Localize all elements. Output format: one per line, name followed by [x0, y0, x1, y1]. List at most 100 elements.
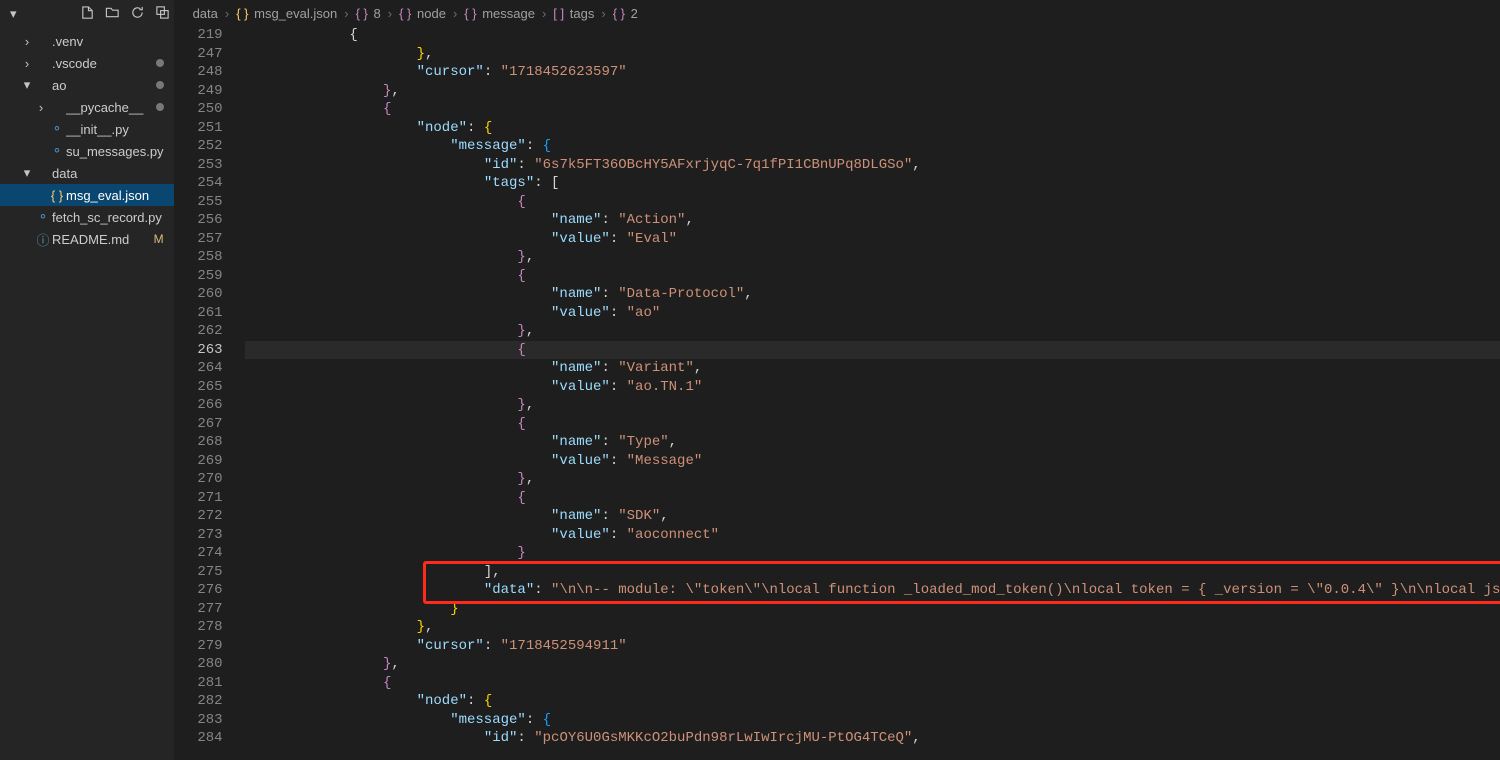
editor-pane: data›{ } msg_eval.json›{ } 8›{ } node›{ …: [175, 0, 1500, 760]
chevron-right-icon: ›: [34, 100, 48, 115]
tree-file[interactable]: ⓘREADME.md M: [0, 228, 174, 250]
breadcrumb-label: node: [417, 6, 446, 21]
tree-item-label: data: [52, 166, 164, 181]
info-file-icon: ⓘ: [34, 230, 52, 249]
code-line[interactable]: "message": {: [245, 137, 1500, 156]
code-line[interactable]: "id": "pcOY6U0GsMKKcO2buPdn98rLwIwIrcjMU…: [245, 729, 1500, 748]
line-number: 255: [175, 193, 245, 212]
code-line[interactable]: "tags": [: [245, 174, 1500, 193]
tree-file[interactable]: ⚬su_messages.py: [0, 140, 174, 162]
code-area[interactable]: { }, "cursor": "1718452623597" }, { "nod…: [245, 26, 1500, 760]
code-line[interactable]: },: [245, 618, 1500, 637]
breadcrumb-segment[interactable]: { } node: [399, 6, 446, 21]
code-line[interactable]: "name": "Type",: [245, 433, 1500, 452]
code-line[interactable]: "name": "Action",: [245, 211, 1500, 230]
tree-folder[interactable]: ›__pycache__: [0, 96, 174, 118]
code-line[interactable]: }: [245, 600, 1500, 619]
tree-item-label: .vscode: [52, 56, 152, 71]
breadcrumb-segment[interactable]: { } msg_eval.json: [236, 6, 337, 21]
json-file-icon: { }: [48, 188, 66, 203]
code-line[interactable]: "name": "Data-Protocol",: [245, 285, 1500, 304]
tree-file[interactable]: { }msg_eval.json: [0, 184, 174, 206]
collapse-all-icon[interactable]: [155, 5, 170, 23]
code-line[interactable]: "id": "6s7k5FT36OBcHY5AFxrjyqC-7q1fPI1CB…: [245, 156, 1500, 175]
line-number: 254: [175, 174, 245, 193]
line-number: 260: [175, 285, 245, 304]
code-line[interactable]: "name": "SDK",: [245, 507, 1500, 526]
code-line[interactable]: "cursor": "1718452623597": [245, 63, 1500, 82]
line-number: 273: [175, 526, 245, 545]
line-number: 281: [175, 674, 245, 693]
tree-folder[interactable]: ›.venv: [0, 30, 174, 52]
tree-file[interactable]: ⚬__init__.py: [0, 118, 174, 140]
line-number: 248: [175, 63, 245, 82]
breadcrumb-segment[interactable]: { } 8: [356, 6, 381, 21]
code-line[interactable]: {: [245, 267, 1500, 286]
modified-dot-icon: [156, 59, 164, 67]
new-file-icon[interactable]: [80, 5, 95, 23]
breadcrumb[interactable]: data›{ } msg_eval.json›{ } 8›{ } node›{ …: [175, 0, 1500, 26]
code-line[interactable]: },: [245, 322, 1500, 341]
tree-folder[interactable]: ▾ data: [0, 162, 174, 184]
code-line[interactable]: "value": "ao.TN.1": [245, 378, 1500, 397]
chevron-right-icon: ›: [20, 56, 34, 71]
chevron-down-icon: ▾: [20, 165, 34, 181]
code-line[interactable]: "name": "Variant",: [245, 359, 1500, 378]
code-line[interactable]: {: [245, 674, 1500, 693]
tree-file[interactable]: ⚬fetch_sc_record.py: [0, 206, 174, 228]
modified-dot-icon: [156, 103, 164, 111]
code-line[interactable]: {: [245, 415, 1500, 434]
breadcrumb-segment[interactable]: { } message: [464, 6, 535, 21]
code-line[interactable]: "value": "Eval": [245, 230, 1500, 249]
tree-item-label: README.md: [52, 232, 150, 247]
code-line[interactable]: },: [245, 45, 1500, 64]
breadcrumb-segment[interactable]: data: [193, 6, 218, 21]
code-line[interactable]: "value": "ao": [245, 304, 1500, 323]
code-line[interactable]: },: [245, 655, 1500, 674]
code-line[interactable]: {: [245, 341, 1500, 360]
breadcrumb-label: msg_eval.json: [254, 6, 337, 21]
code-line[interactable]: }: [245, 544, 1500, 563]
line-number: 266: [175, 396, 245, 415]
breadcrumb-label: message: [482, 6, 535, 21]
new-folder-icon[interactable]: [105, 5, 120, 23]
code-line[interactable]: {: [245, 100, 1500, 119]
code-line[interactable]: "node": {: [245, 692, 1500, 711]
json-file-icon: { }: [236, 6, 248, 21]
code-editor[interactable]: 2192472482492502512522532542552562572582…: [175, 26, 1500, 760]
line-number: 262: [175, 322, 245, 341]
line-number: 277: [175, 600, 245, 619]
tree-item-label: ao: [52, 78, 152, 93]
code-line[interactable]: },: [245, 248, 1500, 267]
line-number: 268: [175, 433, 245, 452]
code-line[interactable]: {: [245, 193, 1500, 212]
code-line[interactable]: },: [245, 396, 1500, 415]
line-number: 263: [175, 341, 245, 360]
modified-dot-icon: [156, 81, 164, 89]
code-line[interactable]: {: [245, 26, 1500, 45]
line-number: 256: [175, 211, 245, 230]
code-line[interactable]: "node": {: [245, 119, 1500, 138]
code-line[interactable]: "cursor": "1718452594911": [245, 637, 1500, 656]
code-line[interactable]: "value": "Message": [245, 452, 1500, 471]
line-number: 283: [175, 711, 245, 730]
line-number: 271: [175, 489, 245, 508]
code-line[interactable]: "data": "\n\n-- module: \"token\"\nlocal…: [245, 581, 1500, 600]
code-line[interactable]: {: [245, 489, 1500, 508]
line-number: 282: [175, 692, 245, 711]
refresh-icon[interactable]: [130, 5, 145, 23]
code-line[interactable]: },: [245, 470, 1500, 489]
chevron-down-icon: ▾: [20, 77, 34, 93]
code-line[interactable]: ],: [245, 563, 1500, 582]
breadcrumb-label: 8: [374, 6, 381, 21]
code-line[interactable]: "message": {: [245, 711, 1500, 730]
git-status-badge: M: [154, 232, 164, 246]
line-number: 280: [175, 655, 245, 674]
tree-folder[interactable]: ▾ ao: [0, 74, 174, 96]
tree-folder[interactable]: › .vscode: [0, 52, 174, 74]
code-line[interactable]: },: [245, 82, 1500, 101]
breadcrumb-segment[interactable]: [ ] tags: [553, 6, 594, 21]
breadcrumb-segment[interactable]: { } 2: [613, 6, 638, 21]
line-number: 267: [175, 415, 245, 434]
code-line[interactable]: "value": "aoconnect": [245, 526, 1500, 545]
